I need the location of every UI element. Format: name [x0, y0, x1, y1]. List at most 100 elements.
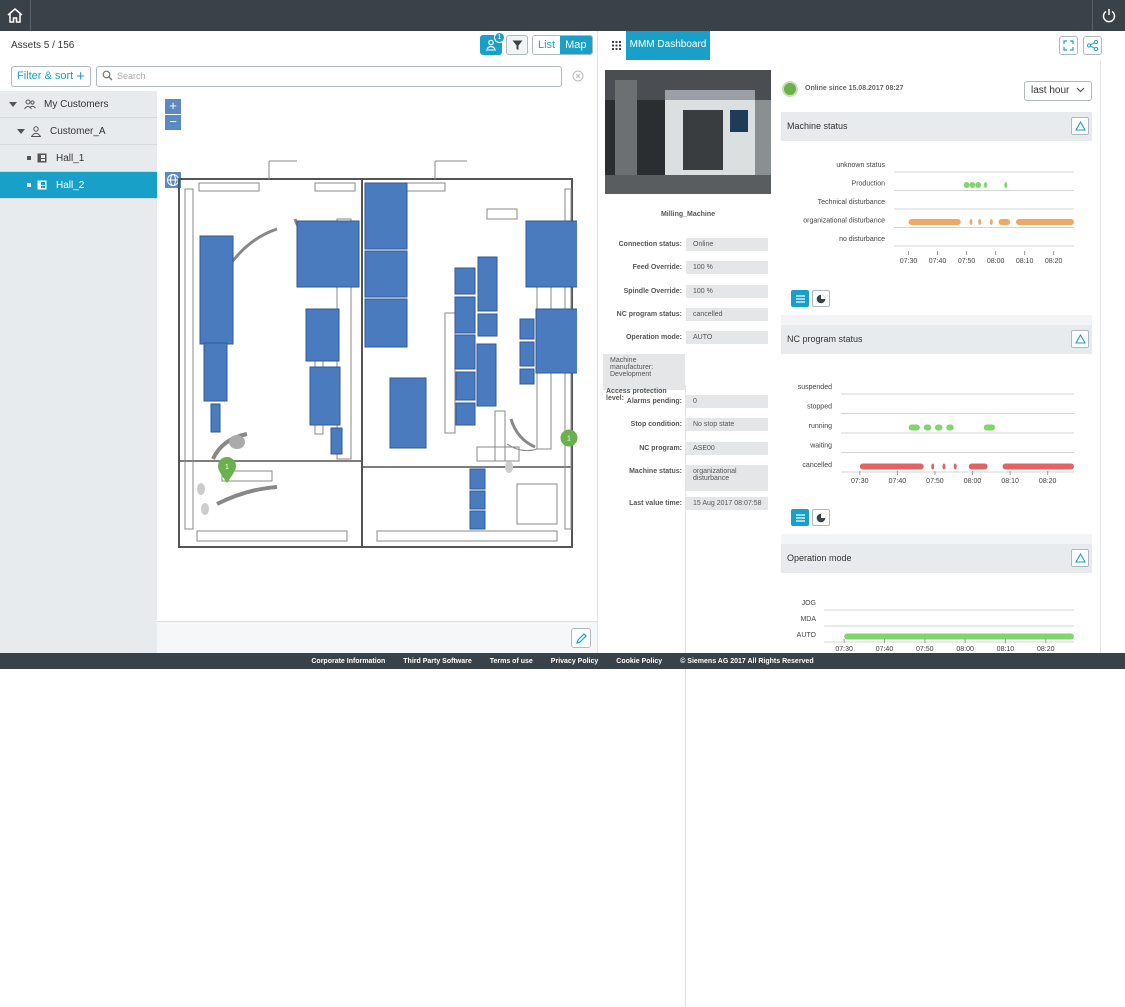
chart-bar-segment[interactable] — [983, 424, 996, 431]
chart-category-label: waiting — [809, 443, 832, 450]
assign-user-button[interactable]: 1 — [480, 32, 505, 55]
time-range-select[interactable]: last hour — [1024, 81, 1092, 101]
chart-bar-segment[interactable] — [908, 219, 961, 225]
pie-chart-button[interactable] — [812, 509, 830, 526]
footer-link-terms[interactable]: Terms of use — [490, 658, 533, 665]
filter-sort-button[interactable]: Filter & sort + — [11, 66, 91, 87]
list-view-button[interactable]: List — [533, 36, 561, 54]
scrollbar[interactable] — [1100, 61, 1101, 653]
chart-tick-label: 08:10 — [997, 646, 1015, 653]
list-icon — [795, 513, 805, 522]
footer-link-corporate[interactable]: Corporate Information — [311, 658, 385, 665]
chart-bar-segment[interactable] — [934, 424, 943, 431]
chart-bar-segment[interactable] — [975, 182, 982, 188]
tree-node-my-customers[interactable]: My Customers — [0, 91, 157, 118]
expand-button[interactable] — [1059, 36, 1078, 55]
chart-bar-segment[interactable] — [931, 463, 935, 470]
tree-node-label: Customer_A — [50, 125, 106, 137]
floor-map[interactable]: + − 1 1 — [157, 91, 597, 621]
map-view-button[interactable]: Map — [560, 36, 592, 54]
chart-bar-segment[interactable] — [998, 219, 1011, 225]
chart-bar-segment[interactable] — [844, 633, 1074, 640]
zoom-out-button[interactable]: − — [165, 115, 181, 130]
tree-node-hall-2[interactable]: Hall_2 — [0, 172, 157, 199]
caret-down-icon[interactable] — [9, 101, 17, 107]
chart-bar-segment[interactable] — [1015, 219, 1074, 225]
chart-tick-label: 07:40 — [889, 478, 907, 485]
map-pin-icon[interactable]: 1 — [217, 456, 237, 484]
zoom-in-button[interactable]: + — [165, 99, 181, 114]
prop-nc-program-status: NC program status: cancelled — [603, 308, 771, 321]
filter-button[interactable] — [506, 35, 528, 55]
pie-chart-icon — [816, 513, 826, 522]
list-icon — [795, 294, 805, 303]
tree-node-customer-a[interactable]: Customer_A — [0, 118, 157, 145]
footer-link-cookie[interactable]: Cookie Policy — [616, 658, 662, 665]
list-chart-button[interactable] — [791, 509, 809, 526]
customers-icon — [24, 99, 36, 109]
clear-search-icon[interactable] — [572, 70, 584, 82]
collapse-button[interactable] — [1071, 549, 1089, 567]
caret-down-icon[interactable] — [17, 128, 25, 134]
chart-bar-segment[interactable] — [1004, 182, 1008, 188]
edit-button[interactable] — [571, 628, 591, 648]
chart-bar-segment[interactable] — [978, 219, 982, 225]
chart-tick-label: 07:30 — [851, 478, 869, 485]
person-icon — [31, 125, 41, 137]
chart-category-label: MDA — [800, 616, 816, 623]
prop-key: Alarms pending: — [626, 398, 682, 405]
prop-spindle-override: Spindle Override: 100 % — [603, 285, 771, 298]
footer-copyright: © Siemens AG 2017 All Rights Reserved — [680, 657, 814, 665]
view-controls: 1 List Map — [480, 32, 593, 55]
chart-bar-segment[interactable] — [969, 219, 973, 225]
grid-icon[interactable] — [612, 41, 621, 50]
footer-link-third-party[interactable]: Third Party Software — [403, 658, 471, 665]
chart-bar-segment[interactable] — [908, 424, 920, 431]
share-button[interactable] — [1083, 36, 1102, 55]
chart-bar-segment[interactable] — [859, 463, 924, 470]
chart-operation-mode: JOG MDA AUTO 07:30 07:40 07:50 08:00 08:10 08:20 — [781, 591, 1092, 653]
chart-tick-label: 07:50 — [916, 646, 934, 653]
tab-mmm-dashboard[interactable]: MMM Dashboard — [626, 31, 710, 60]
pie-chart-button[interactable] — [812, 290, 830, 307]
chart-tick-label: 08:20 — [1045, 258, 1063, 265]
chart-tick-label: 08:20 — [1037, 646, 1055, 653]
footer-link-privacy[interactable]: Privacy Policy — [551, 658, 598, 665]
map-pin-icon[interactable]: 1 — [560, 429, 578, 447]
chart-bar-segment[interactable] — [953, 463, 957, 470]
chart-view-toggle — [791, 290, 830, 307]
prop-key: NC program: — [639, 445, 682, 452]
warning-icon — [1074, 553, 1086, 563]
section-operation-mode: Operation mode — [781, 544, 1092, 573]
chart-tick-label: 08:10 — [1016, 258, 1034, 265]
search-placeholder: Search — [117, 71, 146, 81]
home-button[interactable] — [0, 0, 31, 31]
chart-tick-label: 08:00 — [964, 478, 982, 485]
chart-bar-segment[interactable] — [946, 424, 954, 431]
search-icon — [102, 70, 113, 81]
collapse-button[interactable] — [1071, 330, 1089, 348]
chart-tick-label: 07:30 — [835, 646, 853, 653]
chart-bar-segment[interactable] — [984, 182, 987, 188]
chart-bar-segment[interactable] — [942, 463, 946, 470]
top-bar — [0, 0, 1125, 31]
list-chart-button[interactable] — [791, 290, 809, 307]
chart-tick-label: 07:30 — [900, 258, 918, 265]
chart-bar-segment[interactable] — [969, 182, 976, 188]
chart-bar-segment[interactable] — [963, 182, 970, 188]
prop-connection-status: Connection status: Online — [603, 238, 771, 251]
chart-bar-segment[interactable] — [989, 219, 993, 225]
chart-bar-segment[interactable] — [1002, 463, 1074, 470]
warning-icon — [1074, 334, 1086, 344]
collapse-button[interactable] — [1071, 117, 1089, 135]
prop-key: Spindle Override: — [623, 288, 682, 295]
power-button[interactable] — [1092, 0, 1125, 31]
power-icon — [1102, 9, 1116, 23]
chart-bar-segment[interactable] — [923, 424, 932, 431]
tree-node-hall-1[interactable]: Hall_1 — [0, 145, 157, 172]
assets-count: Assets 5 / 156 — [11, 40, 75, 51]
chevron-down-icon — [1076, 87, 1085, 93]
search-input[interactable]: Search — [96, 66, 562, 87]
chart-bar-segment[interactable] — [968, 463, 988, 470]
section-divider — [781, 534, 1092, 544]
